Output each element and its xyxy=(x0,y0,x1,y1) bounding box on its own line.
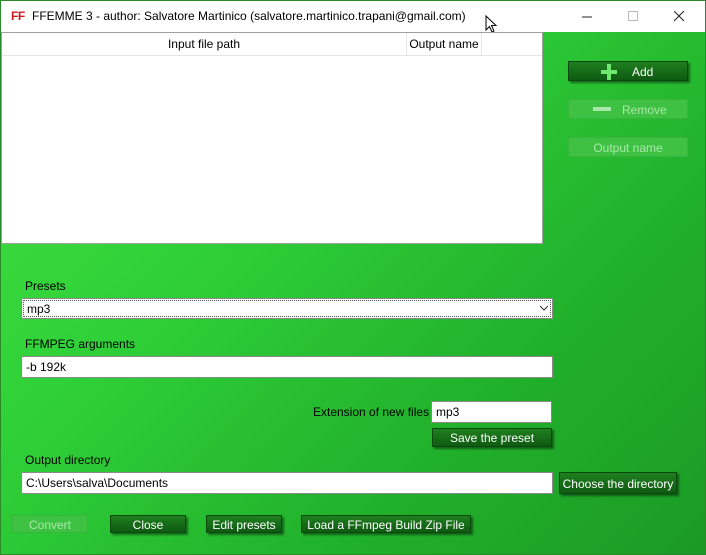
minimize-icon xyxy=(582,16,592,18)
title-bar[interactable]: FF FFEMME 3 - author: Salvatore Martinic… xyxy=(1,1,705,33)
add-button[interactable]: Add xyxy=(568,61,688,81)
maximize-icon xyxy=(628,11,638,21)
load-ffmpeg-zip-button[interactable]: Load a FFmpeg Build Zip File xyxy=(301,515,471,533)
convert-button[interactable]: Convert xyxy=(12,515,88,533)
add-button-label: Add xyxy=(632,65,654,79)
choose-directory-button[interactable]: Choose the directory xyxy=(559,472,677,494)
edit-presets-button[interactable]: Edit presets xyxy=(206,515,282,533)
minimize-button[interactable] xyxy=(565,1,611,32)
chevron-down-icon xyxy=(540,305,548,311)
close-window-button[interactable] xyxy=(657,1,703,32)
extension-label: Extension of new files xyxy=(313,405,430,419)
file-list[interactable]: Input file path Output name xyxy=(1,32,543,244)
presets-selected-value: mp3 xyxy=(23,300,551,317)
save-preset-button[interactable]: Save the preset xyxy=(432,428,552,447)
remove-button[interactable]: Remove xyxy=(568,99,688,119)
file-list-header: Input file path Output name xyxy=(2,33,542,56)
maximize-button[interactable] xyxy=(611,1,657,32)
main-panel: Input file path Output name Add Remove O… xyxy=(1,32,705,554)
app-window: FF FFEMME 3 - author: Salvatore Martinic… xyxy=(0,0,706,555)
ffmpeg-arguments-input[interactable]: -b 192k xyxy=(21,356,553,378)
output-name-button[interactable]: Output name xyxy=(568,137,688,157)
column-header-output-name[interactable]: Output name xyxy=(407,33,482,55)
output-directory-label: Output directory xyxy=(25,453,111,467)
presets-select[interactable]: mp3 xyxy=(21,298,553,319)
plus-icon xyxy=(601,64,617,80)
close-icon xyxy=(674,11,685,22)
presets-label: Presets xyxy=(25,279,66,293)
window-title: FFEMME 3 - author: Salvatore Martinico (… xyxy=(32,9,466,23)
column-header-input-path[interactable]: Input file path xyxy=(2,33,407,55)
close-button[interactable]: Close xyxy=(110,515,186,533)
app-logo-icon: FF xyxy=(11,9,25,23)
ffmpeg-arguments-label: FFMPEG arguments xyxy=(25,337,136,351)
extension-input[interactable]: mp3 xyxy=(431,401,552,423)
minus-icon xyxy=(593,107,611,111)
output-directory-input[interactable]: C:\Users\salva\Documents xyxy=(21,472,553,494)
remove-button-label: Remove xyxy=(622,103,667,117)
